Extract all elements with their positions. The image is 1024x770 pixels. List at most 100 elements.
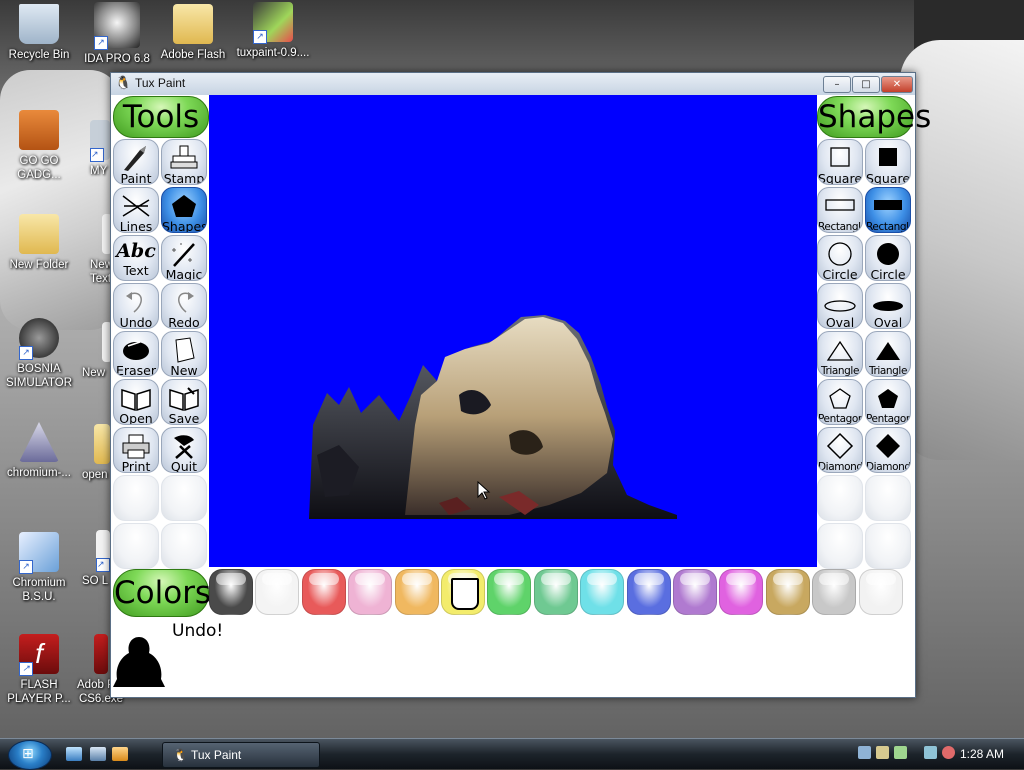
shape-circle-filled-button[interactable]: Circle [865, 235, 911, 281]
maximize-button[interactable]: □ [852, 76, 880, 93]
tool-new-button[interactable]: New [161, 331, 207, 377]
color-swatch[interactable] [255, 569, 300, 615]
shape-label: Square [866, 171, 911, 185]
folder-icon [173, 4, 213, 44]
color-swatch[interactable] [348, 569, 393, 615]
tool-eraser-button[interactable]: Eraser [113, 331, 159, 377]
color-swatch[interactable] [209, 569, 253, 615]
tool-magic-button[interactable]: Magic [161, 235, 207, 281]
lines-icon [122, 195, 150, 217]
shape-pentagon-filled-button[interactable]: Pentagon [865, 379, 911, 425]
tool-label: Text [123, 263, 149, 278]
pentagon-filled-icon [878, 389, 898, 408]
close-button[interactable]: ✕ [881, 76, 913, 93]
color-swatch[interactable] [580, 569, 625, 615]
color-swatch[interactable] [441, 569, 485, 615]
system-tray: 1:28 AM [852, 742, 1024, 766]
taskbar-item-tux-paint[interactable]: 🐧 Tux Paint [162, 742, 320, 768]
mouse-cursor-icon [477, 481, 491, 500]
tool-text-button[interactable]: Abc Text [113, 235, 159, 281]
desktop-icon-tuxpaint-installer[interactable]: ↗ tuxpaint-0.9.... [234, 2, 312, 60]
shape-label: Circle [822, 267, 858, 281]
tool-label: Save [168, 411, 200, 425]
tool-label: Redo [168, 315, 200, 329]
shape-label: Diamond [866, 461, 911, 473]
tool-undo-button[interactable]: Undo [113, 283, 159, 329]
new-page-icon [175, 337, 195, 363]
color-swatch[interactable] [765, 569, 810, 615]
oval-filled-icon [873, 301, 903, 311]
status-area: Undo! [111, 617, 915, 697]
network-icon[interactable] [858, 746, 871, 759]
volume-icon[interactable] [876, 746, 889, 759]
tool-save-button[interactable]: Save [161, 379, 207, 425]
tool-lines-button[interactable]: Lines [113, 187, 159, 233]
tool-redo-button[interactable]: Redo [161, 283, 207, 329]
start-button[interactable]: ⊞ [8, 740, 52, 770]
shape-empty-slot [865, 475, 911, 521]
shape-label: Pentagon [818, 413, 863, 425]
desktop-icon-adobe-flash-folder[interactable]: Adobe Flash [154, 4, 232, 62]
shape-square-filled-button[interactable]: Square [865, 139, 911, 185]
color-swatch[interactable] [487, 569, 532, 615]
drawing-canvas[interactable] [209, 95, 817, 567]
shape-oval-filled-button[interactable]: Oval [865, 283, 911, 329]
chromium-bsu-icon: ↗ [19, 532, 59, 574]
desktop-icon-ida-pro[interactable]: ↗ IDA PRO 6.8 [78, 2, 156, 66]
show-desktop-icon[interactable] [66, 747, 82, 761]
tool-open-button[interactable]: Open [113, 379, 159, 425]
tool-print-button[interactable]: Print [113, 427, 159, 473]
shape-triangle-outline-button[interactable]: Triangle [817, 331, 863, 377]
shortcut-icon: ↗ [96, 530, 110, 572]
shape-label: Circle [870, 267, 906, 281]
tool-quit-button[interactable]: Quit [161, 427, 207, 473]
windows-logo-icon: ⊞ [22, 746, 34, 762]
window-titlebar[interactable]: 🐧 Tux Paint – □ ✕ [111, 73, 915, 96]
color-swatch[interactable] [858, 569, 903, 615]
shape-rectangle-outline-button[interactable]: Rectangle [817, 187, 863, 233]
square-outline-icon [830, 147, 850, 167]
tool-stamp-button[interactable]: Stamp [161, 139, 207, 185]
paintbrush-icon [124, 146, 146, 171]
rectangle-outline-icon [825, 199, 855, 211]
desktop-icon-recycle-bin[interactable]: Recycle Bin [0, 4, 78, 62]
safely-remove-icon[interactable] [894, 746, 907, 759]
color-swatch[interactable] [812, 569, 857, 615]
shape-empty-slot [817, 475, 863, 521]
shape-diamond-outline-button[interactable]: Diamond [817, 427, 863, 473]
color-swatch[interactable] [673, 569, 717, 615]
shape-rectangle-filled-button[interactable]: Rectangle [865, 187, 911, 233]
color-swatch[interactable] [394, 569, 439, 615]
shape-triangle-filled-button[interactable]: Triangle [865, 331, 911, 377]
mine-icon: ↗ [19, 318, 59, 360]
briefcase-icon [19, 110, 59, 150]
desktop-icon-label: open [82, 469, 108, 481]
tool-label: Magic [165, 267, 203, 281]
tool-paint-button[interactable]: Paint [113, 139, 159, 185]
desktop-icon-label: GO GO GADG... [17, 155, 61, 181]
color-swatch[interactable] [626, 569, 671, 615]
square-filled-icon [879, 148, 897, 166]
clock[interactable]: 1:28 AM [960, 747, 1004, 761]
color-swatch[interactable] [533, 569, 578, 615]
switch-windows-icon[interactable] [90, 747, 106, 761]
tool-label: Lines [119, 219, 153, 233]
tool-label: Undo [119, 315, 153, 329]
desktop-icon-label: New Folder [9, 259, 69, 271]
shape-oval-outline-button[interactable]: Oval [817, 283, 863, 329]
minimize-button[interactable]: – [823, 76, 851, 93]
shape-circle-outline-button[interactable]: Circle [817, 235, 863, 281]
tool-shapes-button[interactable]: Shapes [161, 187, 207, 233]
explorer-icon[interactable] [112, 747, 128, 761]
warning-icon[interactable] [942, 746, 955, 759]
color-swatch[interactable] [719, 569, 764, 615]
color-swatch[interactable] [301, 569, 346, 615]
redo-icon [178, 292, 194, 313]
shape-pentagon-outline-button[interactable]: Pentagon [817, 379, 863, 425]
taskbar: ⊞ 🐧 Tux Paint 1:28 AM [0, 738, 1024, 770]
speaker-icon[interactable] [924, 746, 937, 759]
tux-penguin-icon: 🐧 [115, 76, 132, 91]
shape-label: Oval [873, 315, 903, 329]
shape-square-outline-button[interactable]: Square [817, 139, 863, 185]
shape-diamond-filled-button[interactable]: Diamond [865, 427, 911, 473]
